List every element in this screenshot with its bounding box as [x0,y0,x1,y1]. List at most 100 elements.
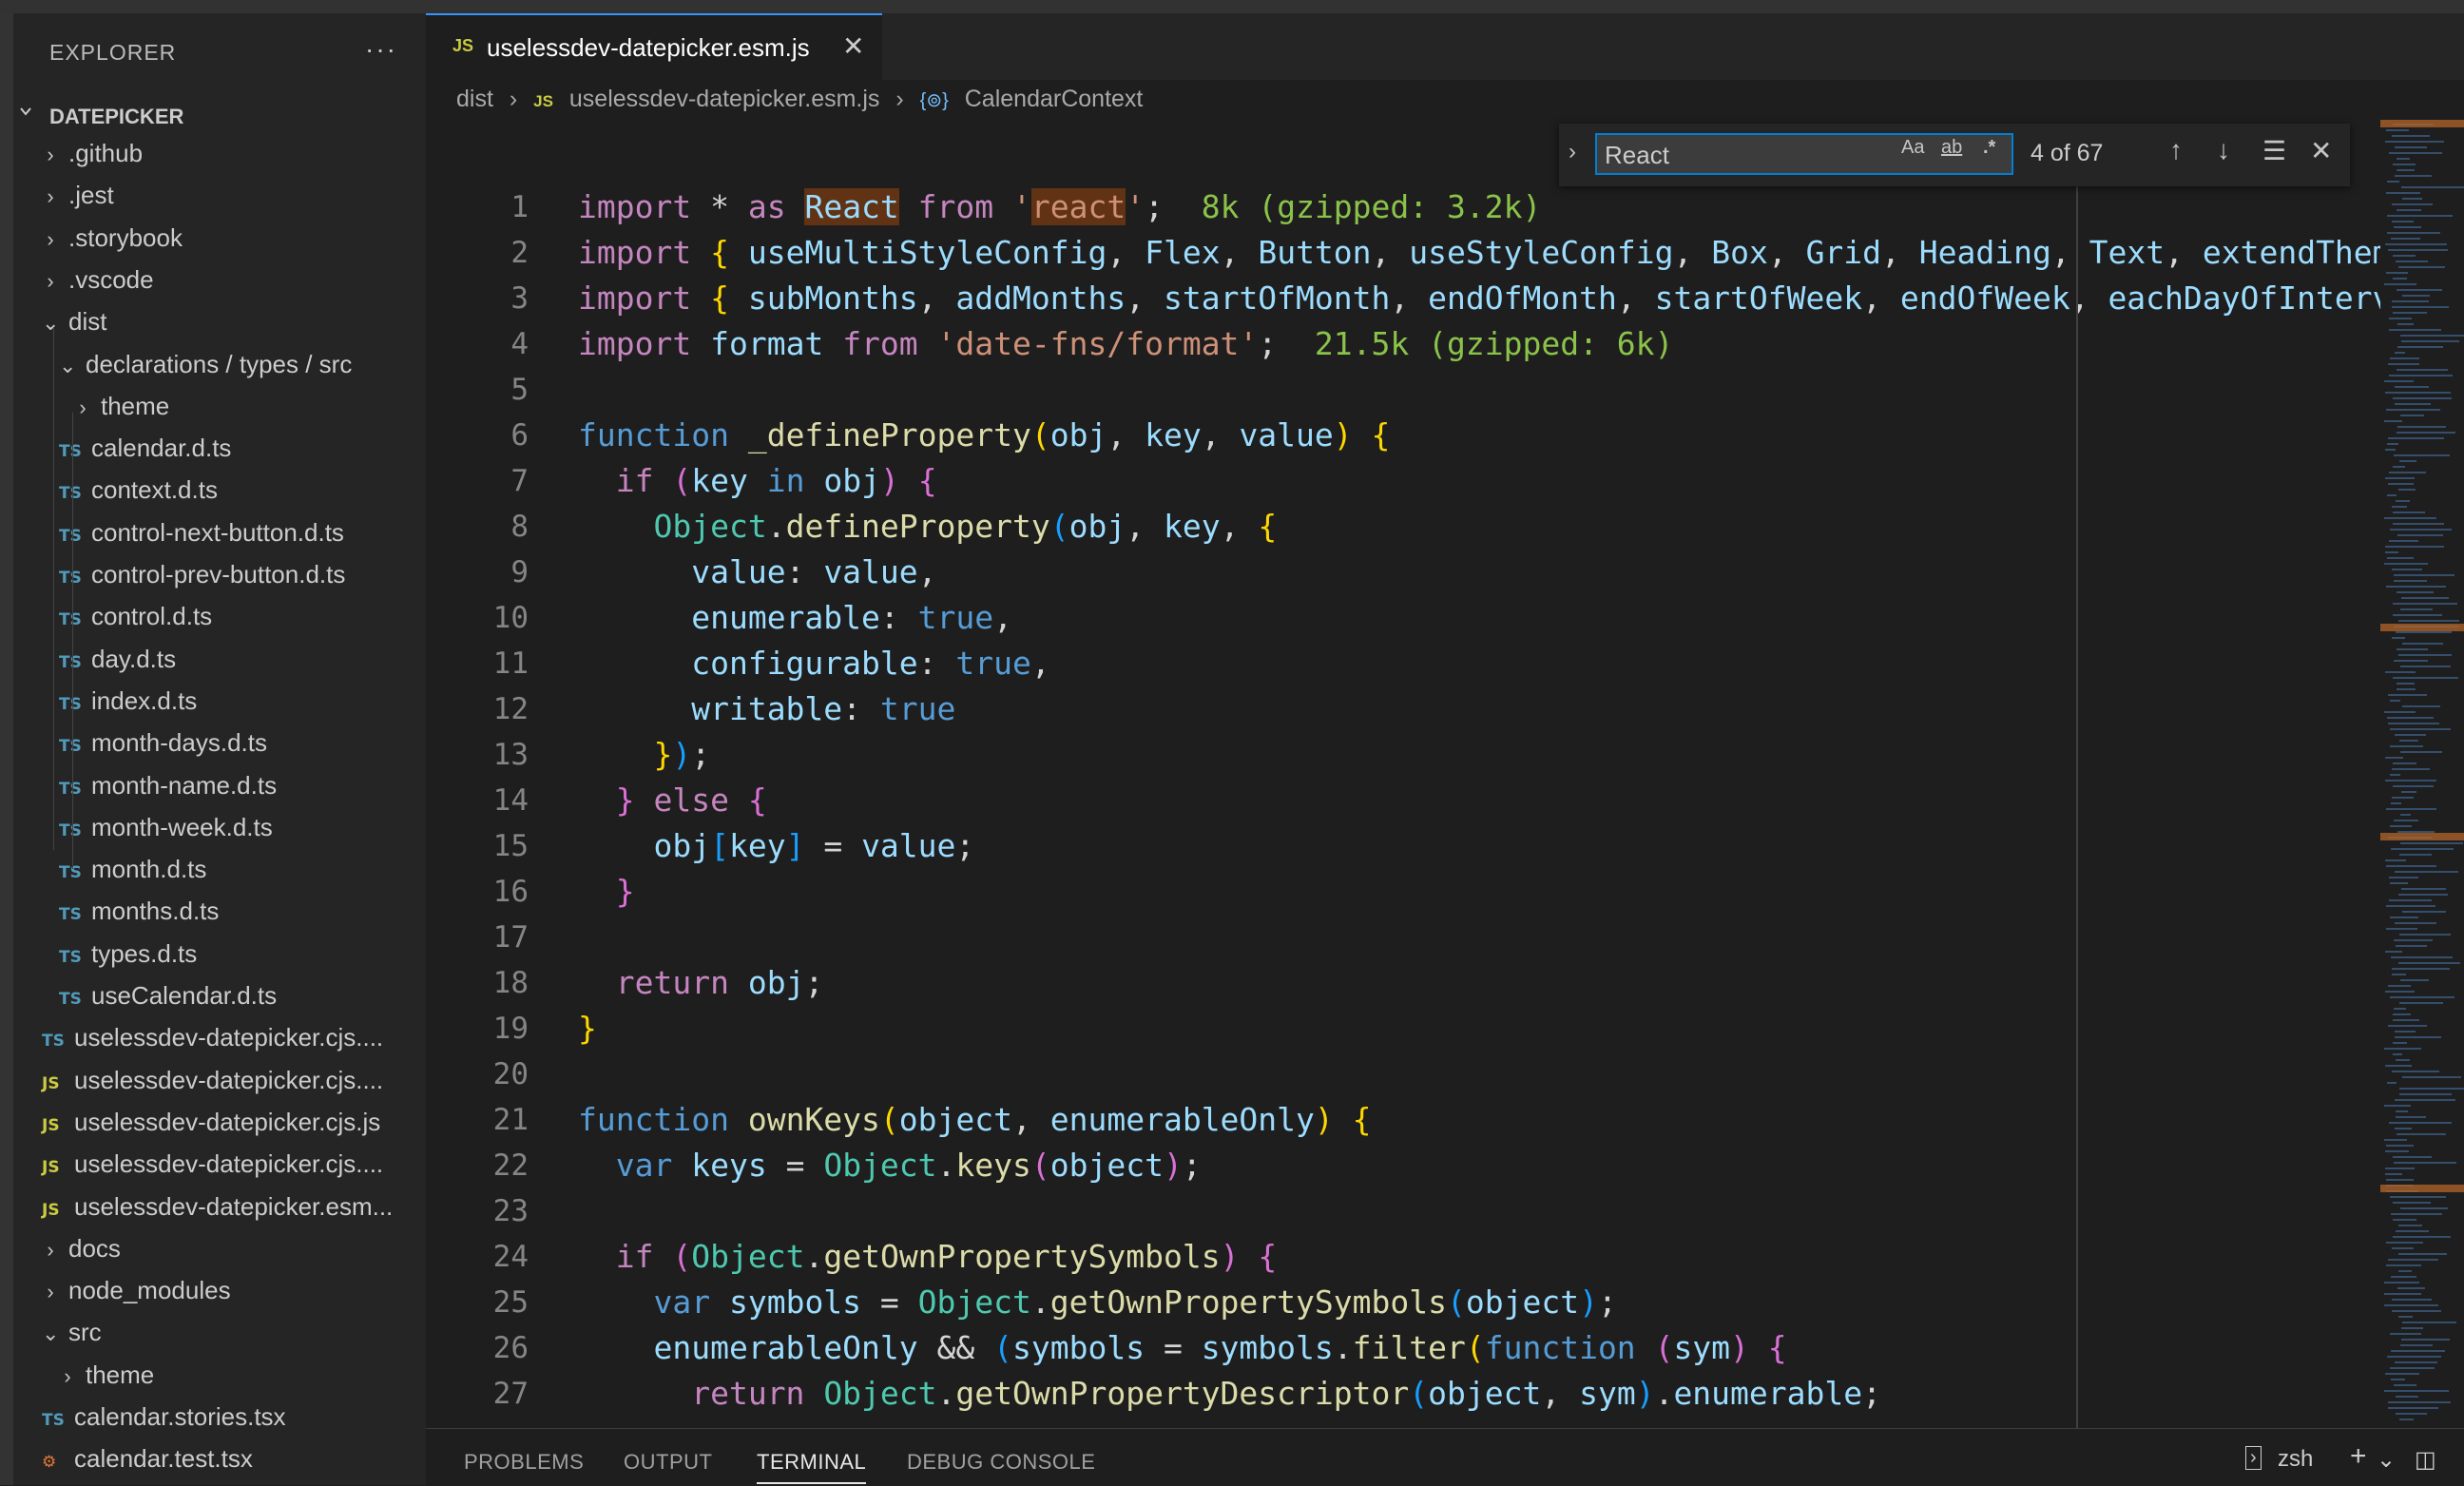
minimap-line [2394,939,2433,941]
split-terminal-icon[interactable]: ◫ [2415,1446,2436,1474]
indent-guide [53,327,54,850]
line-number: 16 [492,875,529,909]
tree-folder[interactable]: › theme [59,1361,154,1399]
close-tab-icon[interactable]: ✕ [842,30,864,62]
tree-file[interactable]: TS useCalendar.d.ts [59,981,277,1019]
tree-file[interactable]: TS index.d.ts [59,686,197,724]
tree-folder[interactable]: › .github [42,139,143,177]
tree-file[interactable]: TS control-next-button.d.ts [59,518,344,556]
tree-file[interactable]: TS uselessdev-datepicker.cjs.... [42,1023,383,1061]
explorer-title: EXPLORER [49,40,177,65]
workspace-root[interactable]: DATEPICKER [13,101,426,137]
tree-folder[interactable]: › node_modules [42,1276,230,1314]
tree-file[interactable]: TS month-days.d.ts [59,728,267,766]
breadcrumb-symbol[interactable]: CalendarContext [965,86,1144,112]
tree-folder[interactable]: › docs [42,1234,121,1272]
more-actions-icon[interactable]: ··· [365,34,397,65]
tree-file[interactable]: JS uselessdev-datepicker.cjs.... [42,1149,383,1187]
tree-file[interactable]: TS months.d.ts [59,897,219,935]
new-terminal-icon[interactable]: + [2350,1440,2367,1473]
code-line: 5 [426,367,2384,413]
tree-file[interactable]: JS uselessdev-datepicker.cjs.js [42,1108,380,1146]
next-match-icon[interactable]: ↓ [2217,135,2230,165]
minimap-line [2391,1350,2445,1352]
code-line: 27 return Object.getOwnPropertyDescripto… [426,1371,2384,1417]
regex-icon[interactable]: .* [1983,137,1995,159]
tab-problems[interactable]: PROBLEMS [464,1450,584,1475]
minimap-line [2390,529,2452,531]
line-number: 1 [510,190,529,224]
minimap-line [2396,1230,2429,1232]
line-number: 7 [510,464,529,498]
terminal-shell-label[interactable]: zsh [2278,1446,2313,1473]
chevron-down-icon[interactable]: ⌄ [2377,1446,2396,1474]
minimap-line [2388,1401,2451,1403]
code-line: 17 [426,915,2384,960]
minimap-line [2397,426,2446,428]
previous-match-icon[interactable]: ↑ [2169,135,2183,165]
minimap-line [2387,215,2453,217]
minimap-line [2390,1333,2421,1335]
minimap-line [2395,1036,2441,1038]
tab-output[interactable]: OUTPUT [624,1450,712,1475]
toggle-replace-icon[interactable]: › [1569,139,1576,165]
tab-debug-console[interactable]: DEBUG CONSOLE [907,1450,1095,1475]
minimap-line [2385,1373,2419,1375]
tree-file[interactable]: ⚙ calendar.test.tsx [42,1444,253,1482]
tree-file[interactable]: TS month-name.d.ts [59,771,277,809]
minimap-line [2401,1339,2450,1341]
breadcrumb-separator-icon: › [895,86,904,112]
tab-terminal[interactable]: TERMINAL [757,1450,867,1484]
tree-file[interactable]: TS control-prev-button.d.ts [59,560,345,598]
workspace-root-label: DATEPICKER [49,105,184,128]
line-number: 2 [510,236,529,270]
tree-file[interactable]: JS uselessdev-datepicker.cjs.... [42,1066,383,1104]
tree-file[interactable]: TS month.d.ts [59,855,206,893]
tree-item-label: uselessdev-datepicker.cjs.... [74,1023,384,1052]
minimap-line [2402,643,2443,645]
tree-file[interactable]: TS context.d.ts [59,475,218,513]
minimap[interactable] [2380,120,2464,1428]
match-case-icon[interactable]: Aa [1901,137,1924,159]
tree-file[interactable]: TS day.d.ts [59,645,176,683]
minimap-line [2391,238,2420,240]
minimap-line [2397,683,2415,685]
minimap-line [2393,1013,2411,1015]
whole-word-icon[interactable]: ab [1941,137,1962,159]
tree-file[interactable]: TS control.d.ts [59,602,212,640]
tree-file[interactable]: TS calendar.d.ts [59,434,231,472]
tree-item-label: index.d.ts [91,685,198,715]
breadcrumb-file[interactable]: uselessdev-datepicker.esm.js [569,86,880,112]
tab-active-file[interactable]: JS uselessdev-datepicker.esm.js ✕ [426,13,882,80]
tree-folder[interactable]: › .vscode [42,265,153,303]
code-editor[interactable]: 1 import * as React from 'react'; 8k (gzi… [426,124,2384,1428]
minimap-line [2396,1396,2418,1398]
minimap-line [2397,169,2415,171]
tree-folder[interactable]: › .jest [42,181,113,219]
close-find-icon[interactable]: ✕ [2310,135,2332,166]
editor-ruler [2076,124,2078,1428]
minimap-line [2402,1322,2456,1323]
minimap-line [2385,780,2436,782]
tree-folder[interactable]: ⌄ dist [42,307,106,345]
minimap-line [2396,1059,2410,1061]
tree-file[interactable]: TS month-week.d.ts [59,813,273,851]
tree-file[interactable]: TS types.d.ts [59,939,197,977]
tree-item-label: context.d.ts [91,475,218,505]
line-number: 4 [510,327,529,361]
breadcrumb-dist[interactable]: dist [456,86,493,112]
minimap-line [2395,734,2426,736]
tree-folder[interactable]: ⌄ src [42,1318,102,1356]
tree-folder[interactable]: › theme [74,392,169,430]
minimap-line [2397,534,2443,536]
tree-item-label: useCalendar.d.ts [91,981,278,1010]
test-file-icon: ⚙ [42,1453,57,1473]
minimap-line [2393,785,2434,787]
code-line: 19} [426,1006,2384,1052]
tree-file[interactable]: JS uselessdev-datepicker.esm... [42,1192,393,1230]
find-in-selection-icon[interactable]: ☰ [2262,135,2286,166]
tree-file[interactable]: TS calendar.stories.tsx [42,1402,286,1440]
tree-folder[interactable]: ⌄ declarations / types / src [59,350,352,388]
tree-folder[interactable]: › .storybook [42,223,183,261]
line-number: 27 [492,1377,529,1411]
